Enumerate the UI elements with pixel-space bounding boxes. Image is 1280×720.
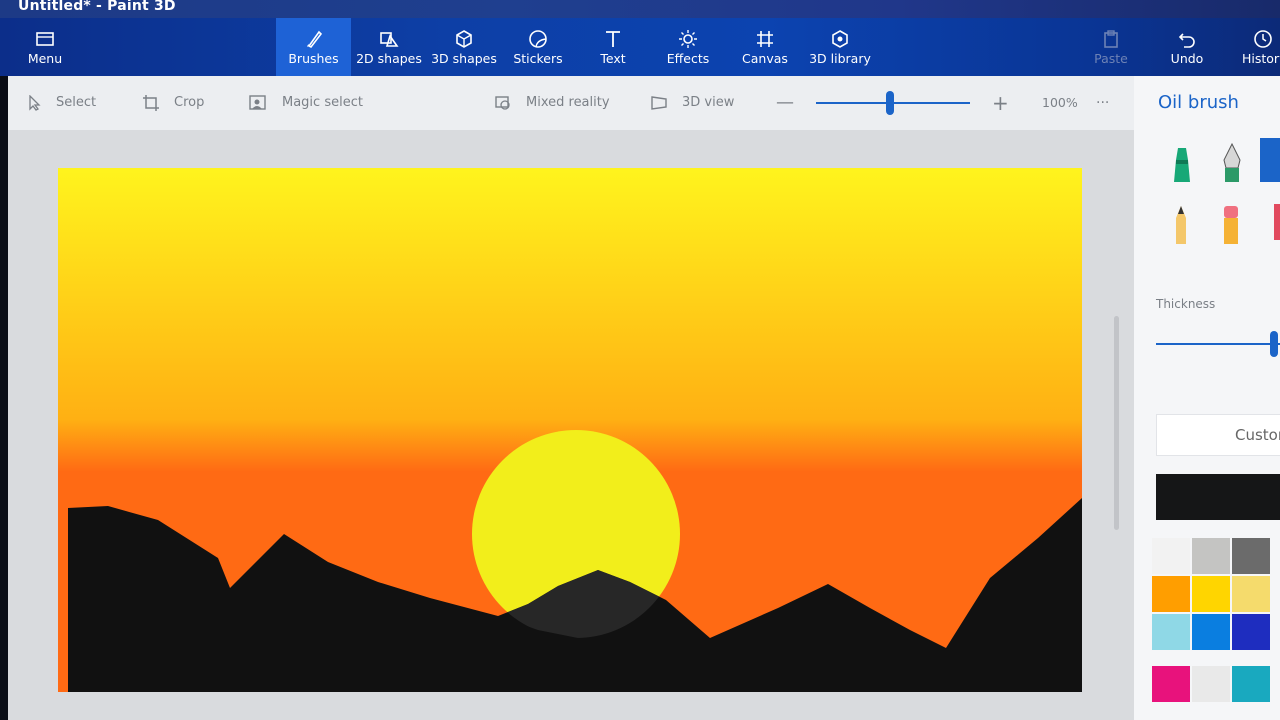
crop-label: Crop <box>174 95 205 110</box>
window-title: Untitled* - Paint 3D <box>18 0 176 14</box>
current-color-swatch[interactable] <box>1156 474 1280 520</box>
select-label: Select <box>56 95 97 110</box>
3d-library-icon <box>832 30 848 48</box>
palette-swatch[interactable] <box>1192 576 1230 612</box>
ribbon: Menu Brushes 2D shapes 3D shapes Sticker… <box>0 18 1280 78</box>
tab-effects[interactable]: Effects <box>660 18 716 76</box>
more-options-button[interactable]: ··· <box>1096 76 1109 130</box>
undo-icon <box>1178 33 1195 48</box>
tab-canvas-label: Canvas <box>742 51 788 66</box>
select-arrow-icon <box>29 94 41 111</box>
sun-effects-icon <box>679 30 697 48</box>
history-label: History <box>1242 51 1280 66</box>
palette-swatch[interactable] <box>1192 538 1230 574</box>
text-icon <box>606 31 620 47</box>
tab-stickers-label: Stickers <box>513 51 563 66</box>
palette-swatch[interactable] <box>1232 538 1270 574</box>
clipboard-icon <box>1104 30 1118 48</box>
paste-label: Paste <box>1094 51 1128 66</box>
marker-brush-icon[interactable] <box>1168 144 1196 184</box>
custom-color-label: Custom <box>1235 426 1280 444</box>
tab-3d-library[interactable]: 3D library <box>808 18 872 76</box>
tab-2d-shapes-label: 2D shapes <box>356 51 422 66</box>
magic-select-label: Magic select <box>282 95 363 110</box>
canvas-icon <box>757 31 773 47</box>
magic-select-tool[interactable]: Magic select <box>248 76 363 130</box>
zoom-percent[interactable]: 100% <box>1042 76 1078 130</box>
crayon-icon[interactable] <box>1274 204 1280 240</box>
magic-select-icon <box>249 94 266 110</box>
thickness-label: Thickness <box>1156 297 1216 311</box>
tab-3d-shapes[interactable]: 3D shapes <box>430 18 498 76</box>
3d-view-button[interactable]: 3D view <box>650 76 734 130</box>
brush-icon <box>306 30 322 49</box>
tab-effects-label: Effects <box>666 51 710 66</box>
tab-3d-shapes-label: 3D shapes <box>431 51 497 66</box>
palette-swatch[interactable] <box>1232 666 1270 702</box>
vertical-scrollbar[interactable] <box>1114 316 1119 530</box>
3d-view-icon <box>651 95 667 110</box>
eraser-icon[interactable] <box>1218 202 1244 248</box>
history-button[interactable]: History <box>1238 18 1280 76</box>
undo-button[interactable]: Undo <box>1162 18 1212 76</box>
tab-brushes[interactable]: Brushes <box>276 18 351 78</box>
undo-label: Undo <box>1170 51 1204 66</box>
crop-icon <box>143 94 159 111</box>
history-clock-icon <box>1254 30 1272 48</box>
sticker-icon <box>529 30 547 48</box>
palette-swatch[interactable] <box>1152 666 1190 702</box>
select-tool[interactable]: Select <box>28 76 96 130</box>
thickness-slider-thumb[interactable] <box>1269 331 1278 357</box>
menu-label: Menu <box>27 51 63 66</box>
tab-3d-library-label: 3D library <box>809 51 871 66</box>
2d-shapes-icon <box>380 32 399 47</box>
zoom-in-button[interactable]: + <box>992 76 1009 130</box>
drawing-canvas[interactable] <box>58 168 1082 692</box>
thickness-slider-track <box>1156 343 1280 345</box>
crop-tool[interactable]: Crop <box>142 76 204 130</box>
zoom-slider-thumb[interactable] <box>885 91 894 115</box>
custom-color-button[interactable]: Custom <box>1156 414 1280 456</box>
palette-swatch[interactable] <box>1152 576 1190 612</box>
calligraphy-pen-icon[interactable] <box>1218 142 1246 184</box>
palette-swatch[interactable] <box>1192 666 1230 702</box>
tab-canvas[interactable]: Canvas <box>738 18 792 76</box>
zoom-slider[interactable] <box>816 91 970 115</box>
tab-stickers[interactable]: Stickers <box>510 18 566 76</box>
3d-cube-icon <box>456 30 472 48</box>
thickness-slider[interactable] <box>1156 331 1280 357</box>
tab-brushes-label: Brushes <box>288 51 339 66</box>
tab-text-label: Text <box>600 51 626 66</box>
palette-swatch[interactable] <box>1152 538 1190 574</box>
tab-text[interactable]: Text <box>588 18 638 76</box>
brush-panel: Oil brush Thickness Custom <box>1134 76 1280 720</box>
zoom-out-button[interactable]: — <box>776 76 794 130</box>
mixed-reality-icon <box>495 95 510 110</box>
oil-brush-selected-icon[interactable] <box>1260 138 1280 182</box>
mixed-reality-label: Mixed reality <box>526 95 610 110</box>
palette-swatch[interactable] <box>1232 576 1270 612</box>
palette-swatch[interactable] <box>1192 614 1230 650</box>
sunset-artwork <box>58 168 1082 692</box>
menu-button[interactable]: Menu <box>14 18 76 76</box>
canvas-toolbar: Select Crop Magic select Mixed reality 3… <box>8 76 1134 130</box>
tab-2d-shapes[interactable]: 2D shapes <box>354 18 424 76</box>
3d-view-label: 3D view <box>682 95 735 110</box>
paste-button[interactable]: Paste <box>1090 18 1132 76</box>
menu-folder-icon <box>36 32 54 46</box>
mixed-reality-button[interactable]: Mixed reality <box>494 76 610 130</box>
brush-panel-title: Oil brush <box>1158 92 1239 113</box>
palette-swatch[interactable] <box>1152 614 1190 650</box>
palette-swatch[interactable] <box>1232 614 1270 650</box>
pencil-icon[interactable] <box>1168 204 1194 248</box>
